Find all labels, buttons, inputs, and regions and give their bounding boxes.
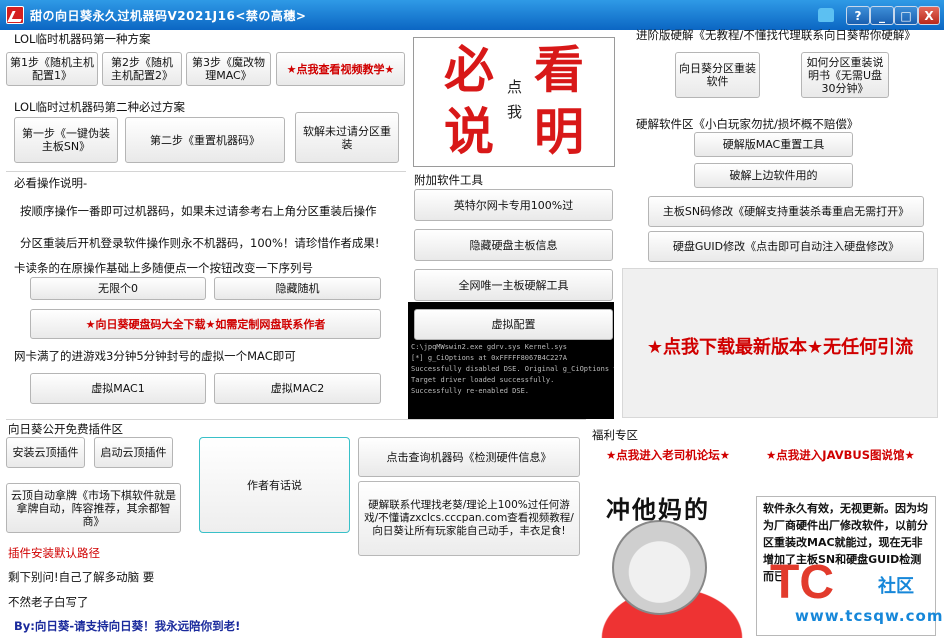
- download-latest-link[interactable]: ★点我下载最新版本★无任何引流: [622, 333, 938, 359]
- watermark-logo: TC: [770, 556, 834, 609]
- soft-unlock-button[interactable]: 软解未过请分区重装: [295, 112, 399, 163]
- video-tutorial-button[interactable]: ★点我查看视频教学★: [276, 52, 405, 86]
- window-title: 甜の向日葵永久过机器码V2021J16<禁の高穗>: [30, 9, 307, 23]
- mac-heading: 网卡满了的进游戏3分钟5分钟封号的虚拟一个MAC即可: [14, 349, 296, 363]
- virtual-mac1-button[interactable]: 虚拟MAC1: [30, 373, 206, 404]
- ad-char-2: 看: [534, 40, 584, 99]
- console-line: [*] g_CiOptions at 0xFFFFF8067B4C227A: [411, 354, 567, 362]
- auto-pick-button[interactable]: 云顶自动拿牌《市场下棋软件就是拿牌自动，阵容推荐，其余都智商》: [6, 483, 181, 533]
- meme-face: [612, 520, 707, 615]
- hide-disk-info-button[interactable]: 隐藏硬盘主板信息: [414, 229, 613, 261]
- instructions-line-1: 按顺序操作一番即可过机器码，如果未过请参考右上角分区重装后操作: [20, 204, 377, 218]
- section2-heading: LOL临时过机器码第二种必过方案: [14, 100, 185, 114]
- crack-tool-button[interactable]: 破解上边软件用的: [694, 163, 853, 188]
- section1-heading: LOL临时机器码第一种方案: [14, 32, 151, 46]
- help-button[interactable]: ?: [846, 6, 870, 25]
- advanced-heading: 进阶版硬解《无教程/不懂找代理联系向日葵帮你硬解》: [636, 28, 916, 42]
- watermark-url: www.tcsqw.com: [795, 607, 944, 625]
- partition-reinstall-button[interactable]: 向日葵分区重装软件: [675, 52, 760, 98]
- meme-caption: 冲他妈的: [606, 496, 710, 524]
- step3-magic-mac-button[interactable]: 第3步《魔改物理MAC》: [186, 52, 271, 86]
- motherboard-sn-modify-button[interactable]: 主板SN码修改《硬解支持重装杀毒重启无需打开》: [648, 196, 924, 227]
- plugins-heading: 向日葵公开免费插件区: [8, 422, 123, 436]
- hide-random-button[interactable]: 隐藏随机: [214, 277, 381, 300]
- query-machine-code-button[interactable]: 点击查询机器码《检测硬件信息》: [358, 437, 580, 477]
- unlimited-zero-button[interactable]: 无限个0: [30, 277, 206, 300]
- console-line: Target driver loaded successfully.: [411, 376, 555, 384]
- console-line: Successfully re-enabled DSE.: [411, 387, 530, 395]
- tools-heading: 附加软件工具: [414, 173, 483, 187]
- skin-icon[interactable]: [818, 8, 834, 22]
- contact-info-box[interactable]: 硬解联系代理找老葵/理论上100%过任何游戏/不懂请zxclcs.cccpan.…: [358, 481, 580, 556]
- note-line-2: 不然老子白写了: [8, 595, 89, 609]
- partition-manual-button[interactable]: 如何分区重装说明书《无需U盘30分钟》: [801, 52, 889, 98]
- install-plugin-button[interactable]: 安装云顶插件: [6, 437, 85, 468]
- ad-char-3: 说: [444, 102, 494, 161]
- step2-random-host2-button[interactable]: 第2步《随机主机配置2》: [102, 52, 182, 86]
- plugin-path-label: 插件安装默认路径: [8, 546, 100, 560]
- maximize-button[interactable]: □: [894, 6, 918, 25]
- author-note-button[interactable]: 作者有话说: [199, 437, 350, 533]
- forum-link[interactable]: ★点我进入老司机论坛★: [606, 447, 730, 463]
- ad-small-1: 点: [507, 78, 523, 96]
- console-line: Successfully disabled DSE. Original g_Ci…: [411, 365, 614, 373]
- console-line: C:\jpqMWswin2.exe gdrv.sys Kernel.sys: [411, 343, 567, 351]
- fake-motherboard-sn-button[interactable]: 第一步《一键伪装主板SN》: [14, 117, 118, 163]
- ad-char-1: 必: [444, 40, 494, 99]
- virtual-mac2-button[interactable]: 虚拟MAC2: [214, 373, 381, 404]
- app-icon: [6, 6, 24, 24]
- divider: [6, 171, 406, 172]
- intel-nic-button[interactable]: 英特尔网卡专用100%过: [414, 189, 613, 221]
- disk-guid-modify-button[interactable]: 硬盘GUID修改《点击即可自动注入硬盘修改》: [648, 231, 924, 262]
- watermark-suffix: 社区: [878, 576, 914, 597]
- author-note-label: 作者有话说: [247, 479, 302, 492]
- gallery-link[interactable]: ★点我进入JAVBUS图说馆★: [766, 447, 915, 463]
- reset-machine-code-button[interactable]: 第二步《重置机器码》: [125, 117, 285, 163]
- footer-signature: By:向日葵-请支持向日葵！我永远陪你到老!: [14, 619, 241, 633]
- mac-reset-tool-button[interactable]: 硬解版MAC重置工具: [694, 132, 853, 157]
- serial-heading: 卡读条的在原操作基础上多随便点一个按钮改变一下序列号: [14, 261, 313, 275]
- ad-small-2: 我: [507, 103, 523, 121]
- ad-char-4: 明: [534, 102, 584, 161]
- disk-code-download-button[interactable]: ★向日葵硬盘码大全下载★如需定制网盘联系作者: [30, 309, 381, 339]
- close-button[interactable]: X: [918, 6, 940, 25]
- instructions-line-2: 分区重装后开机登录软件操作则永不机器码，100%！请珍惜作者成果!: [20, 236, 380, 250]
- note-line-1: 剩下别问!自己了解多动脑 要: [8, 570, 155, 584]
- must-read-banner[interactable]: 必 看 说 明 点 我: [413, 37, 615, 167]
- step1-random-host1-button[interactable]: 第1步《随机主机配置1》: [6, 52, 98, 86]
- welfare-heading: 福利专区: [592, 428, 638, 442]
- hard-heading: 硬解软件区《小白玩家勿扰/损坏概不赔偿》: [636, 117, 859, 131]
- virtual-config-button[interactable]: 虚拟配置: [414, 309, 613, 340]
- instructions-heading: 必看操作说明-: [14, 176, 88, 190]
- motherboard-unlock-tool-button[interactable]: 全网唯一主板硬解工具: [414, 269, 613, 301]
- start-plugin-button[interactable]: 启动云顶插件: [94, 437, 173, 468]
- minimize-button[interactable]: _: [870, 6, 894, 25]
- divider: [6, 419, 586, 420]
